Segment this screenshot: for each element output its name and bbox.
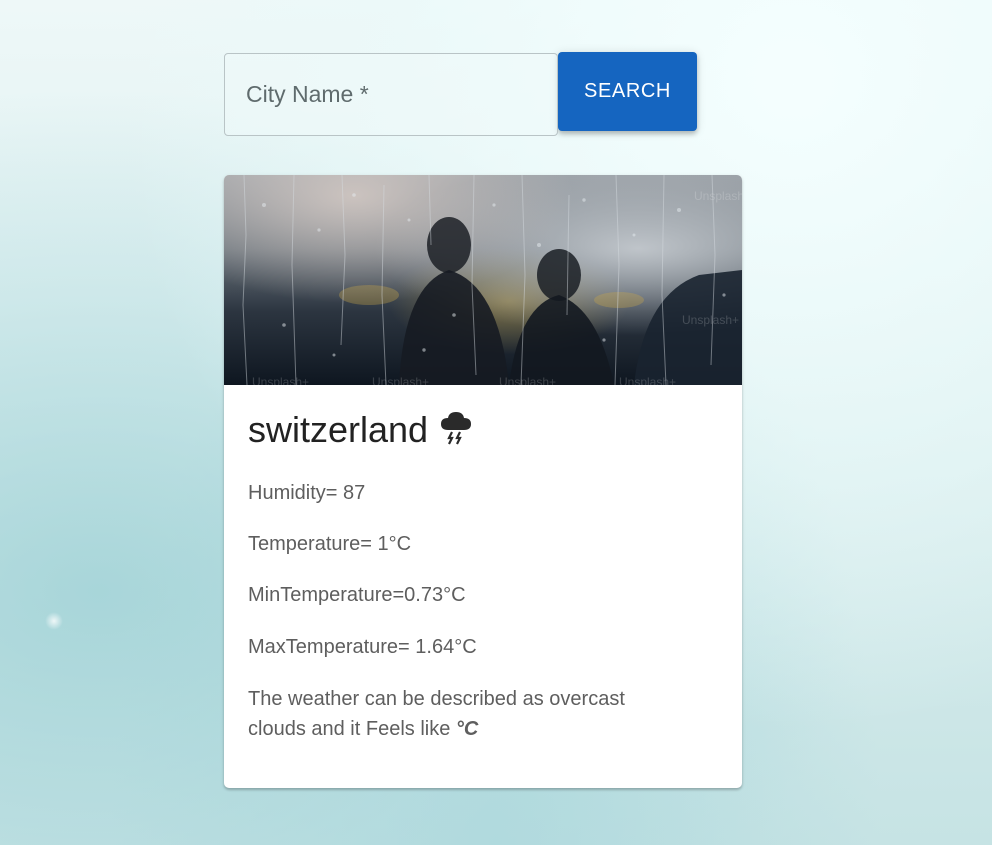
- feels-like-unit: °C: [455, 718, 479, 740]
- weather-image: Unsplash+ Unsplash+ Unsplash+ Unsplash+ …: [224, 175, 742, 385]
- description-text: The weather can be described as overcast…: [248, 688, 625, 740]
- temperature-text: Temperature= 1°C: [248, 533, 412, 555]
- image-watermark: Unsplash+: [694, 189, 742, 203]
- rainy-window-picture: [242, 175, 742, 385]
- image-watermark: Unsplash+: [619, 375, 677, 385]
- thunderstorm-cloud-icon: [440, 410, 472, 446]
- image-watermark: Unsplash+: [499, 375, 557, 385]
- max-temperature-text: MaxTemperature= 1.64°C: [248, 636, 477, 658]
- min-temperature-text: MinTemperature=0.73°C: [248, 584, 466, 606]
- card-title: switzerland: [248, 410, 472, 450]
- image-watermark: Unsplash+: [372, 375, 430, 385]
- search-button[interactable]: SEARCH: [558, 52, 697, 131]
- city-name: switzerland: [248, 409, 429, 450]
- humidity-text: Humidity= 87: [248, 482, 366, 504]
- city-name-input[interactable]: [225, 54, 557, 135]
- weather-description: The weather can be described as overcast…: [248, 684, 688, 744]
- weather-card: Unsplash+ Unsplash+ Unsplash+ Unsplash+ …: [224, 175, 742, 788]
- background-light-spot: [45, 612, 63, 630]
- city-name-field[interactable]: City Name *: [224, 53, 558, 136]
- search-form: City Name * SEARCH: [224, 52, 697, 136]
- image-watermark: Unsplash+: [252, 375, 310, 385]
- image-watermark: Unsplash+: [682, 313, 740, 327]
